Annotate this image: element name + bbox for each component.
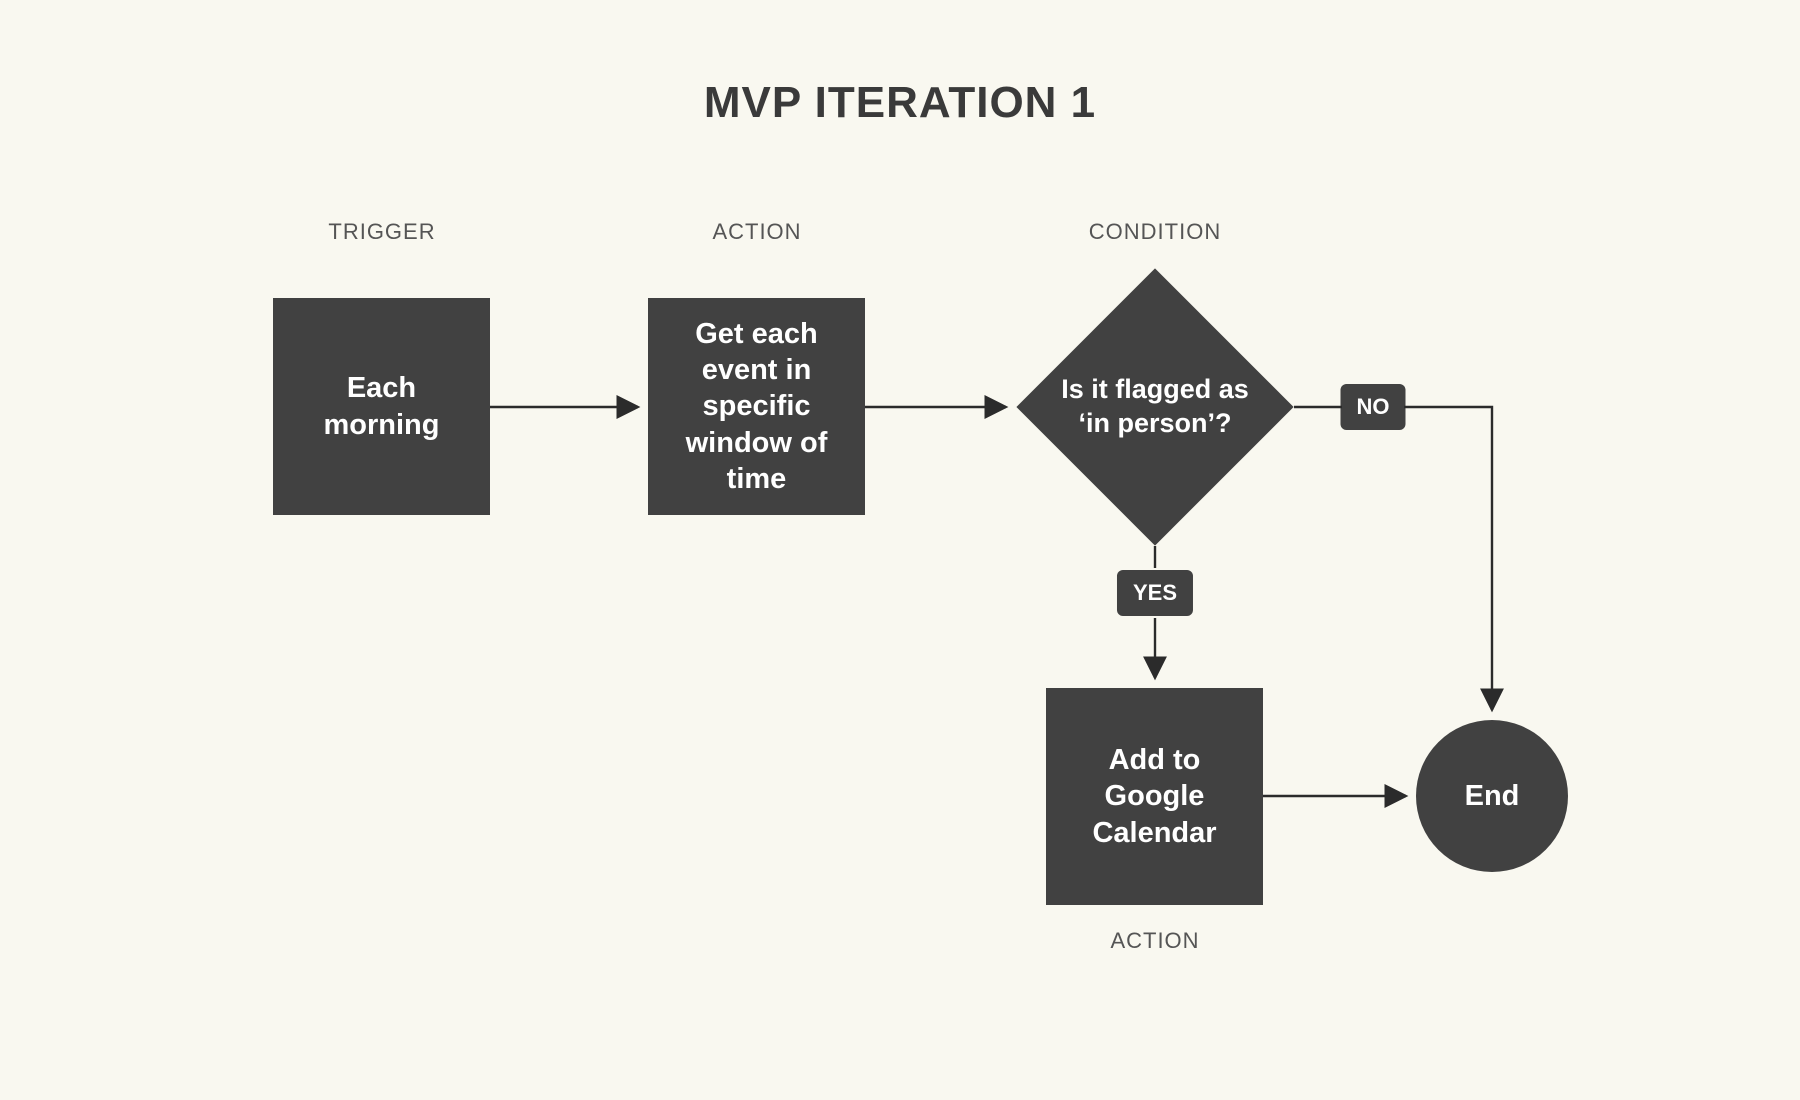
node-condition: Is it flagged as ‘in person’? <box>1016 268 1294 546</box>
node-action-add-calendar: Add to Google Calendar <box>1046 688 1263 905</box>
label-action-bottom: ACTION <box>1110 928 1199 954</box>
branch-no: NO <box>1341 384 1406 430</box>
node-trigger: Each morning <box>273 298 490 515</box>
condition-text: Is it flagged as ‘in person’? <box>1016 268 1294 546</box>
label-condition: CONDITION <box>1089 219 1221 245</box>
label-action-top: ACTION <box>712 219 801 245</box>
branch-yes: YES <box>1117 570 1193 616</box>
label-trigger: TRIGGER <box>328 219 435 245</box>
node-action-get-events: Get each event in specific window of tim… <box>648 298 865 515</box>
flowchart: TRIGGER ACTION CONDITION ACTION Each mor… <box>0 0 1800 1100</box>
node-end: End <box>1416 720 1568 872</box>
connectors <box>0 0 1800 1100</box>
